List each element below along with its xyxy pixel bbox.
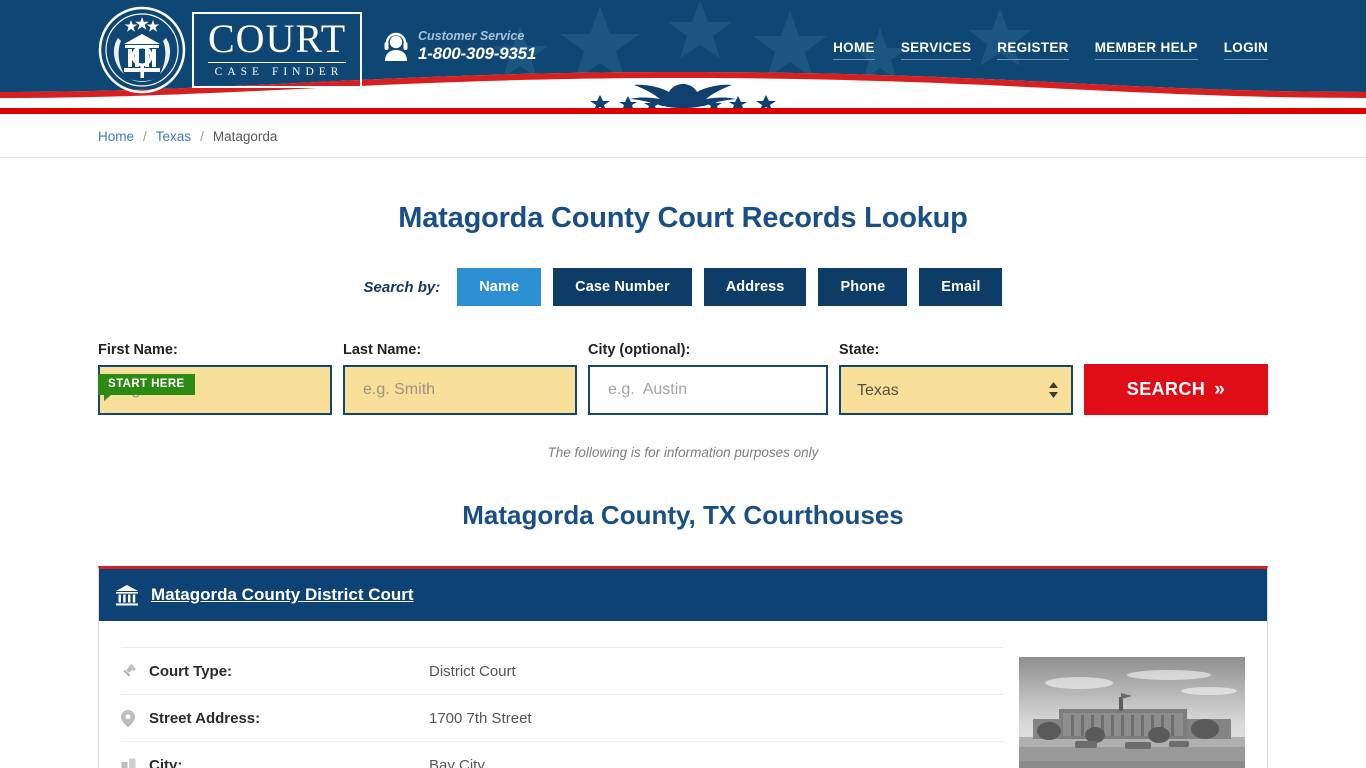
court-card-header: Matagorda County District Court: [99, 569, 1267, 621]
bank-courthouse-icon: [116, 585, 138, 606]
tab-email[interactable]: Email: [919, 268, 1003, 306]
court-seal-icon: [98, 6, 186, 94]
tab-address[interactable]: Address: [703, 268, 807, 306]
tab-case-number[interactable]: Case Number: [553, 268, 692, 306]
row-value-city: Bay City: [429, 756, 485, 768]
search-button[interactable]: SEARCH »: [1084, 364, 1268, 415]
row-label-court-type: Court Type:: [149, 662, 233, 680]
disclaimer-text: The following is for information purpose…: [547, 445, 819, 460]
table-row: City: Bay City: [121, 741, 1003, 768]
table-row: Street Address: 1700 7th Street: [121, 694, 1003, 741]
page-content: Matagorda County Court Records Lookup Se…: [98, 202, 1268, 768]
start-here-badge-wrapper: START HERE: [98, 374, 195, 401]
search-button-label: SEARCH: [1126, 379, 1206, 399]
row-label-city: City:: [149, 756, 183, 768]
nav-item-login[interactable]: LOGIN: [1223, 40, 1268, 60]
city-icon: [121, 758, 149, 768]
first-name-label: First Name:: [98, 342, 178, 358]
breadcrumb: Home / Texas / Matagorda: [98, 114, 1268, 158]
nav-item-services[interactable]: SERVICES: [900, 40, 972, 60]
state-select[interactable]: Texas: [839, 365, 1073, 415]
court-name-link[interactable]: Matagorda County District Court: [151, 585, 414, 605]
tab-phone[interactable]: Phone: [818, 268, 908, 306]
court-card: Matagorda County District Court Court Ty…: [98, 566, 1268, 768]
logo-tagline: CASE FINDER: [214, 66, 344, 79]
breadcrumb-separator: /: [143, 128, 147, 144]
last-name-input[interactable]: [343, 365, 577, 415]
breadcrumb-item-matagorda: Matagorda: [212, 128, 278, 144]
customer-service-label: Customer Service: [418, 29, 525, 43]
start-here-badge: START HERE: [98, 374, 195, 401]
logo-wordmark: COURT: [208, 16, 347, 64]
headset-agent-icon: [384, 32, 408, 61]
customer-service-block: Customer Service 1-800-309-9351: [383, 29, 536, 64]
nav-item-register[interactable]: REGISTER: [997, 40, 1069, 60]
breadcrumb-separator: /: [200, 128, 204, 144]
state-field-group: State: Texas: [839, 342, 1073, 415]
site-logo[interactable]: COURT CASE FINDER: [98, 6, 363, 94]
tab-name[interactable]: Name: [457, 268, 542, 306]
row-value-court-type: District Court: [429, 662, 516, 680]
main-navigation: HOME SERVICES REGISTER MEMBER HELP LOGIN: [833, 40, 1268, 60]
row-label-street-address: Street Address:: [149, 709, 261, 727]
map-pin-icon: [121, 709, 149, 727]
last-name-field-group: Last Name:: [343, 342, 577, 415]
city-label: City (optional):: [588, 342, 691, 358]
search-by-label: Search by:: [363, 278, 441, 296]
courthouse-photo[interactable]: [1019, 657, 1245, 768]
court-card-body: Court Type: District Court Street Addres…: [99, 621, 1267, 768]
row-value-street-address: 1700 7th Street: [429, 709, 532, 727]
search-by-tabs: Search by: Name Case Number Address Phon…: [98, 268, 1268, 306]
nav-item-member-help[interactable]: MEMBER HELP: [1094, 40, 1198, 60]
court-detail-table: Court Type: District Court Street Addres…: [121, 647, 1003, 768]
page-title: Matagorda County Court Records Lookup: [398, 202, 968, 234]
state-label: State:: [839, 342, 880, 358]
city-field-group: City (optional):: [588, 342, 828, 415]
double-chevron-right-icon: »: [1214, 379, 1226, 400]
breadcrumb-item-texas[interactable]: Texas: [156, 129, 191, 144]
table-row: Court Type: District Court: [121, 647, 1003, 694]
last-name-label: Last Name:: [343, 342, 422, 358]
gavel-icon: [121, 663, 149, 679]
court-search-form: First Name: Last Name: City (optional): …: [98, 342, 1268, 415]
breadcrumb-item-home[interactable]: Home: [98, 129, 134, 144]
site-header: COURT CASE FINDER Customer Service 1-800…: [0, 0, 1366, 108]
nav-item-home[interactable]: HOME: [833, 40, 875, 60]
customer-service-phone[interactable]: 1-800-309-9351: [418, 44, 536, 64]
city-input[interactable]: [588, 365, 828, 415]
courthouses-section-title: Matagorda County, TX Courthouses: [462, 500, 904, 530]
breadcrumb-bar: Home / Texas / Matagorda: [0, 114, 1366, 158]
